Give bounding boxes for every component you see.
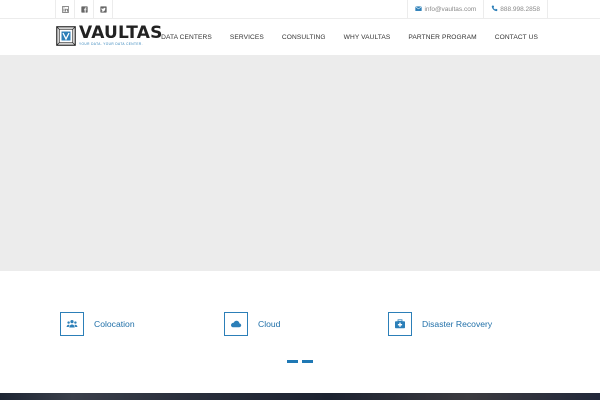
service-disaster-recovery[interactable]: Disaster Recovery: [388, 312, 492, 336]
main-nav: DATA CENTERS SERVICES CONSULTING WHY VAU…: [161, 19, 538, 55]
users-icon: [60, 312, 84, 336]
slider-dot-1[interactable]: [287, 360, 298, 363]
linkedin-link[interactable]: [55, 0, 74, 18]
phone-text: 888.998.2858: [500, 5, 540, 13]
site-logo[interactable]: VAULTAS your data. your data center.: [56, 23, 163, 47]
facebook-link[interactable]: [74, 0, 93, 18]
logo-wordmark: VAULTAS your data. your data center.: [79, 23, 163, 47]
service-label: Disaster Recovery: [422, 319, 493, 329]
site-header: VAULTAS your data. your data center. DAT…: [0, 19, 600, 55]
slider-dot-2[interactable]: [302, 360, 313, 363]
service-cloud[interactable]: Cloud: [224, 312, 280, 336]
nav-consulting[interactable]: CONSULTING: [282, 34, 326, 41]
next-section-image: [0, 393, 600, 400]
top-utility-bar: info@vaultas.com 888.998.2858: [0, 0, 600, 19]
services-row: Colocation Cloud Disaster Recovery: [0, 312, 600, 336]
service-label: Colocation: [94, 319, 135, 329]
twitter-link[interactable]: [93, 0, 113, 18]
service-label: Cloud: [258, 319, 281, 329]
twitter-icon: [99, 0, 107, 18]
email-text: info@vaultas.com: [424, 5, 477, 13]
hero-banner: [0, 55, 600, 271]
logo-name: VAULTAS: [79, 23, 163, 43]
phone-link[interactable]: 888.998.2858: [483, 0, 548, 18]
contact-info: info@vaultas.com 888.998.2858: [407, 0, 548, 18]
nav-contact-us[interactable]: CONTACT US: [495, 34, 538, 41]
phone-icon: [491, 5, 500, 14]
nav-partner-program[interactable]: PARTNER PROGRAM: [408, 34, 476, 41]
linkedin-icon: [61, 0, 69, 18]
social-links: [55, 0, 113, 18]
nav-services[interactable]: SERVICES: [230, 34, 264, 41]
email-link[interactable]: info@vaultas.com: [407, 0, 483, 18]
nav-why-vaultas[interactable]: WHY VAULTAS: [344, 34, 391, 41]
nav-data-centers[interactable]: DATA CENTERS: [161, 34, 212, 41]
vault-logo-icon: [56, 26, 76, 46]
facebook-icon: [80, 0, 88, 18]
medkit-icon: [388, 312, 412, 336]
service-colocation[interactable]: Colocation: [60, 312, 135, 336]
slider-pagination: [287, 360, 317, 363]
cloud-icon: [224, 312, 248, 336]
envelope-icon: [415, 5, 424, 14]
